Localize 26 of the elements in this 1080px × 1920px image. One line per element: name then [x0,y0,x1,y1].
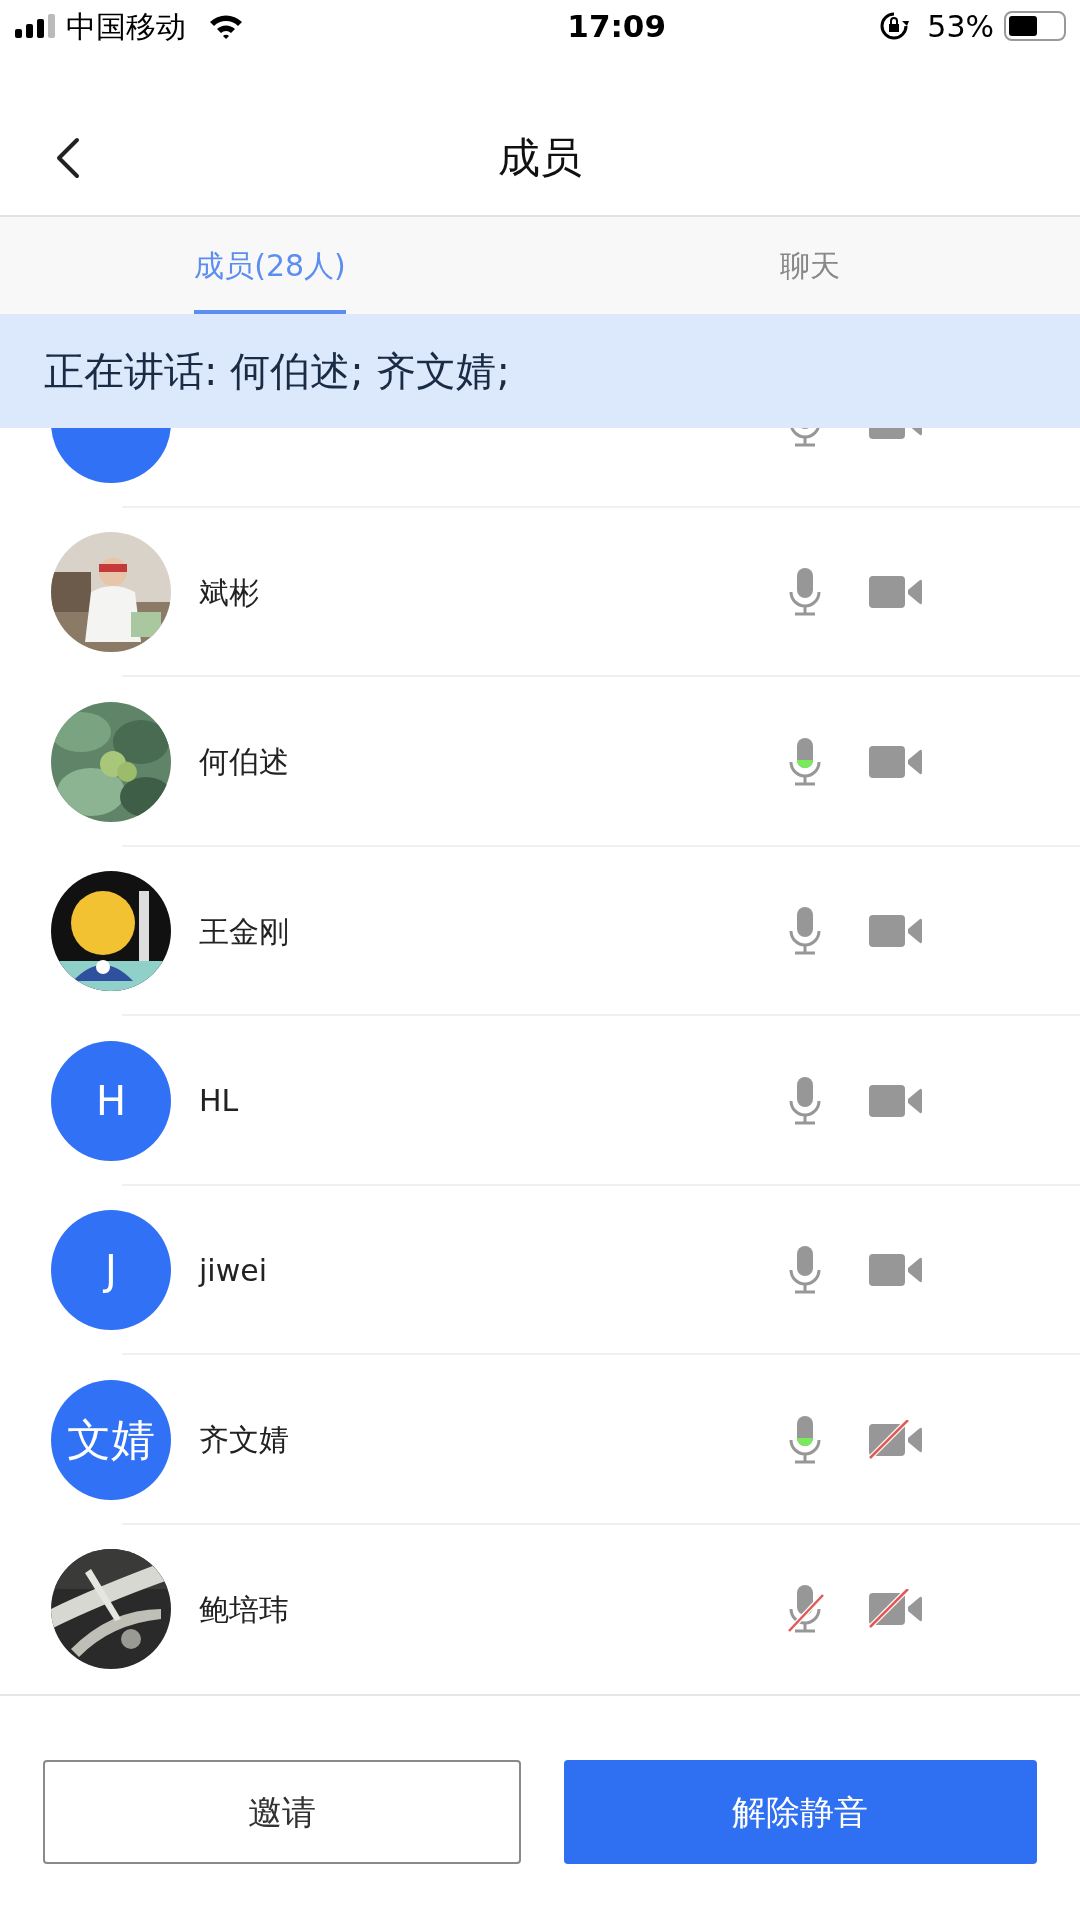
carrier-name: 中国移动 [66,7,186,46]
signal-icon [14,13,58,40]
clock-time: 17:09 [567,7,666,47]
tab[interactable]: 聊天 [780,217,840,315]
avatar: H [51,1040,171,1161]
member-name: 鲍培玮 [199,1591,289,1627]
wifi-icon [208,13,244,40]
invite-button[interactable]: 邀请 [43,1760,521,1865]
back-icon [55,135,81,180]
unmute-button[interactable]: 解除静音 [563,1760,1037,1865]
member-name: 何伯述 [199,744,289,780]
video-off-icon[interactable] [868,1589,922,1630]
battery-percent: 53% [927,7,994,46]
video-off-icon[interactable] [868,1419,922,1460]
member-name: jiwei [199,1252,267,1288]
member-name: HL [199,1083,239,1119]
page-title: 成员 [498,131,582,184]
avatar: J [51,1210,171,1331]
speaking-text: 正在讲话: 何伯述; 齐文婧; [44,347,510,397]
member-name: 王金刚 [199,913,289,949]
rotation-lock-icon [879,11,910,42]
member-name: 齐文婧 [199,1422,289,1458]
battery-icon [1004,11,1066,42]
muted-microphone-icon[interactable] [785,1583,825,1636]
member-name: 斌彬 [199,574,259,610]
avatar: 文婧 [51,1379,171,1500]
